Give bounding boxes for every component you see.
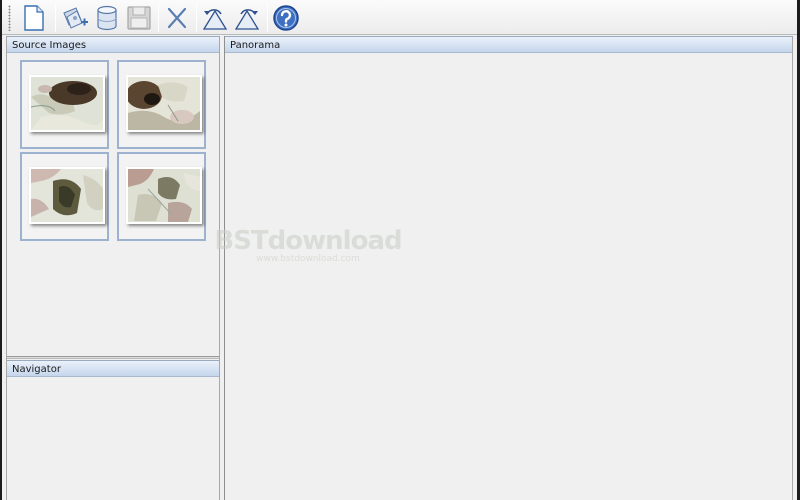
panel-splitter[interactable] xyxy=(7,356,219,359)
source-image-photo xyxy=(126,167,202,224)
rotate-left-icon xyxy=(201,5,229,31)
source-image-photo xyxy=(29,167,105,224)
navigator-title: Navigator xyxy=(12,364,61,375)
source-image-photo xyxy=(29,75,105,132)
toolbar-grip[interactable] xyxy=(8,5,11,31)
watermark-main: BSTdownload xyxy=(214,226,402,256)
add-images-button[interactable] xyxy=(59,2,91,33)
source-image-thumbnail[interactable] xyxy=(117,152,206,241)
toolbar-separator xyxy=(267,3,268,32)
navigator-panel[interactable] xyxy=(7,378,219,500)
remove-image-button[interactable] xyxy=(161,2,193,33)
source-images-title: Source Images xyxy=(12,40,87,51)
panorama-title: Panorama xyxy=(230,40,281,51)
panorama-canvas[interactable] xyxy=(225,54,792,500)
source-images-panel[interactable] xyxy=(7,54,219,356)
source-image-thumbnail[interactable] xyxy=(20,60,109,149)
window-edge-left xyxy=(0,0,2,500)
source-image-thumbnail[interactable] xyxy=(117,60,206,149)
help-icon xyxy=(272,4,300,32)
database-icon xyxy=(94,4,120,32)
rotate-right-button[interactable] xyxy=(231,2,263,33)
new-document-icon xyxy=(23,4,45,31)
panorama-header: Panorama xyxy=(225,36,792,53)
rotate-right-icon xyxy=(233,5,261,31)
source-image-photo xyxy=(126,75,202,132)
toolbar xyxy=(2,0,797,35)
help-button[interactable] xyxy=(270,2,302,33)
save-disk-icon xyxy=(126,5,152,31)
toolbar-separator xyxy=(196,3,197,32)
new-project-button[interactable] xyxy=(18,2,50,33)
save-project-button[interactable] xyxy=(123,2,155,33)
source-image-thumbnail[interactable] xyxy=(20,152,109,241)
toolbar-separator xyxy=(158,3,159,32)
rotate-left-button[interactable] xyxy=(199,2,231,33)
remove-x-icon xyxy=(165,6,189,30)
navigator-header: Navigator xyxy=(7,360,219,377)
watermark: BSTdownload www.bstdownload.com xyxy=(208,226,408,264)
add-images-icon xyxy=(61,5,89,31)
source-images-header: Source Images xyxy=(7,36,219,53)
open-project-button[interactable] xyxy=(91,2,123,33)
toolbar-separator xyxy=(55,3,56,32)
